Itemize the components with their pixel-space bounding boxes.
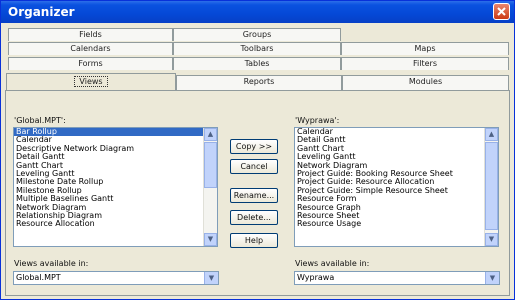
list-item[interactable]: Project Guide: Resource Allocation [295, 178, 486, 186]
tab-label: Views [74, 76, 108, 87]
cancel-button[interactable]: Cancel [230, 159, 278, 174]
right-available-label: Views available in: [295, 259, 370, 268]
list-item[interactable]: Resource Usage [295, 220, 486, 228]
list-item[interactable]: Resource Form [295, 195, 486, 203]
tab-label: Maps [414, 44, 436, 53]
scroll-up-icon[interactable]: ▲ [485, 128, 498, 141]
tab-label: Filters [413, 59, 437, 68]
scroll-thumb[interactable] [485, 142, 498, 230]
window-title: Organizer [8, 5, 75, 19]
tab-label: Calendars [70, 44, 111, 53]
list-item[interactable]: Descriptive Network Diagram [14, 145, 205, 153]
left-available-value: Global.MPT [16, 273, 61, 282]
tab-groups[interactable]: Groups [173, 28, 341, 41]
tab-label: Tables [244, 59, 270, 68]
tab-modules[interactable]: Modules [342, 75, 509, 90]
left-available-select[interactable]: Global.MPT ▼ [13, 271, 219, 285]
list-item[interactable]: Gantt Chart [14, 162, 205, 170]
tab-fields[interactable]: Fields [8, 28, 173, 41]
tab-views[interactable]: Views [6, 73, 176, 90]
left-list-label: 'Global.MPT': [14, 116, 66, 125]
left-scrollbar[interactable]: ▲ ▼ [203, 128, 217, 246]
list-item[interactable]: Calendar [295, 128, 486, 136]
right-views-list[interactable]: Calendar Detail Gantt Gantt Chart Leveling … [294, 127, 499, 247]
tab-label: Forms [78, 59, 103, 68]
chevron-down-icon[interactable]: ▼ [204, 272, 218, 284]
list-item[interactable]: Resource Allocation [14, 220, 205, 228]
tab-forms[interactable]: Forms [8, 57, 173, 70]
list-item[interactable]: Detail Gantt [14, 153, 205, 161]
tab-label: Modules [408, 77, 443, 86]
tab-label: Groups [242, 30, 272, 39]
scroll-up-icon[interactable]: ▲ [204, 128, 217, 141]
tab-label: Reports [243, 77, 275, 86]
right-available-value: Wyprawa [297, 273, 335, 282]
tab-toolbars[interactable]: Toolbars [173, 42, 341, 55]
scroll-down-icon[interactable]: ▼ [485, 233, 498, 246]
list-item[interactable]: Leveling Gantt [295, 153, 486, 161]
close-icon [497, 7, 506, 16]
copy-button[interactable]: Copy >> [230, 139, 278, 154]
list-item[interactable]: Project Guide: Booking Resource Sheet [295, 170, 486, 178]
list-item[interactable]: Calendar [14, 136, 205, 144]
close-button[interactable] [493, 3, 510, 20]
list-item[interactable]: Bar Rollup [14, 128, 205, 137]
right-available-select[interactable]: Wyprawa ▼ [294, 271, 500, 285]
left-views-list[interactable]: Bar Rollup Calendar Descriptive Network Di… [13, 127, 218, 247]
organizer-dialog: Organizer Fields Groups Calendars Toolba… [0, 0, 515, 300]
list-item[interactable]: Resource Sheet [295, 212, 486, 220]
right-scrollbar[interactable]: ▲ ▼ [484, 128, 498, 246]
tab-tables[interactable]: Tables [173, 57, 341, 70]
list-item[interactable]: Network Diagram [295, 162, 486, 170]
tab-label: Fields [79, 30, 102, 39]
scroll-down-icon[interactable]: ▼ [204, 233, 217, 246]
rename-button[interactable]: Rename... [230, 188, 278, 203]
tab-label: Toolbars [240, 44, 274, 53]
scroll-thumb[interactable] [204, 142, 217, 188]
list-item[interactable]: Project Guide: Simple Resource Sheet [295, 187, 486, 195]
tab-calendars[interactable]: Calendars [8, 42, 173, 55]
list-item[interactable]: Multiple Baselines Gantt [14, 195, 205, 203]
tab-filters[interactable]: Filters [341, 57, 509, 70]
right-list-items: Calendar Detail Gantt Gantt Chart Leveling … [295, 128, 486, 229]
list-item[interactable]: Detail Gantt [295, 136, 486, 144]
tab-maps[interactable]: Maps [341, 42, 509, 55]
list-item[interactable]: Resource Graph [295, 204, 486, 212]
title-bar[interactable]: Organizer [1, 1, 514, 23]
tab-reports[interactable]: Reports [176, 75, 342, 90]
list-item[interactable]: Relationship Diagram [14, 212, 205, 220]
delete-button[interactable]: Delete... [230, 210, 278, 225]
list-item[interactable]: Milestone Rollup [14, 187, 205, 195]
list-item[interactable]: Leveling Gantt [14, 170, 205, 178]
list-item[interactable]: Network Diagram [14, 204, 205, 212]
right-list-label: 'Wyprawa': [295, 116, 340, 125]
left-list-items: Bar Rollup Calendar Descriptive Network Di… [14, 128, 205, 229]
left-available-label: Views available in: [14, 259, 89, 268]
list-item[interactable]: Milestone Date Rollup [14, 178, 205, 186]
help-button[interactable]: Help [230, 233, 278, 248]
chevron-down-icon[interactable]: ▼ [485, 272, 499, 284]
list-item[interactable]: Gantt Chart [295, 145, 486, 153]
